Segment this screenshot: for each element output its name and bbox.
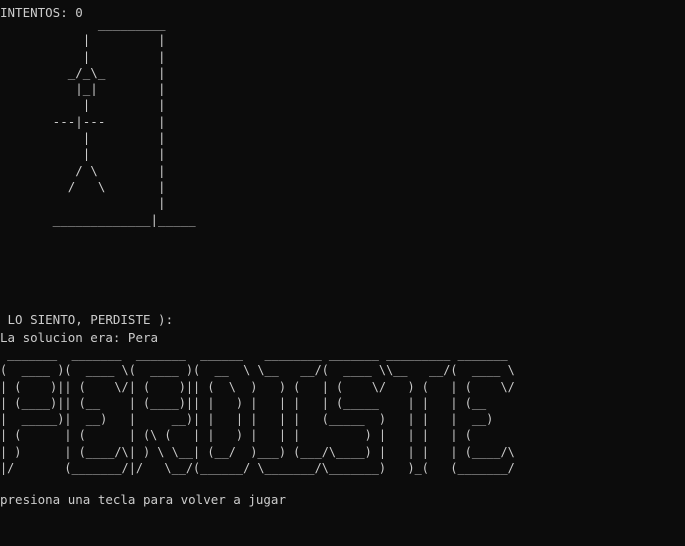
lost-message: LO SIENTO, PERDISTE ): xyxy=(0,312,174,327)
perdiste-ascii-banner: _______ _______ _______ ______ ________ … xyxy=(0,346,515,476)
press-key-prompt: presiona una tecla para volver a jugar xyxy=(0,492,286,507)
solution-line: La solucion era: Pera xyxy=(0,330,159,345)
hangman-gallows-art: _________ | | | | _/_\_ | |_| | | | ---|… xyxy=(52,16,196,227)
console-window: INTENTOS: 0 _________ | | | | _/_\_ | |_… xyxy=(0,0,685,546)
